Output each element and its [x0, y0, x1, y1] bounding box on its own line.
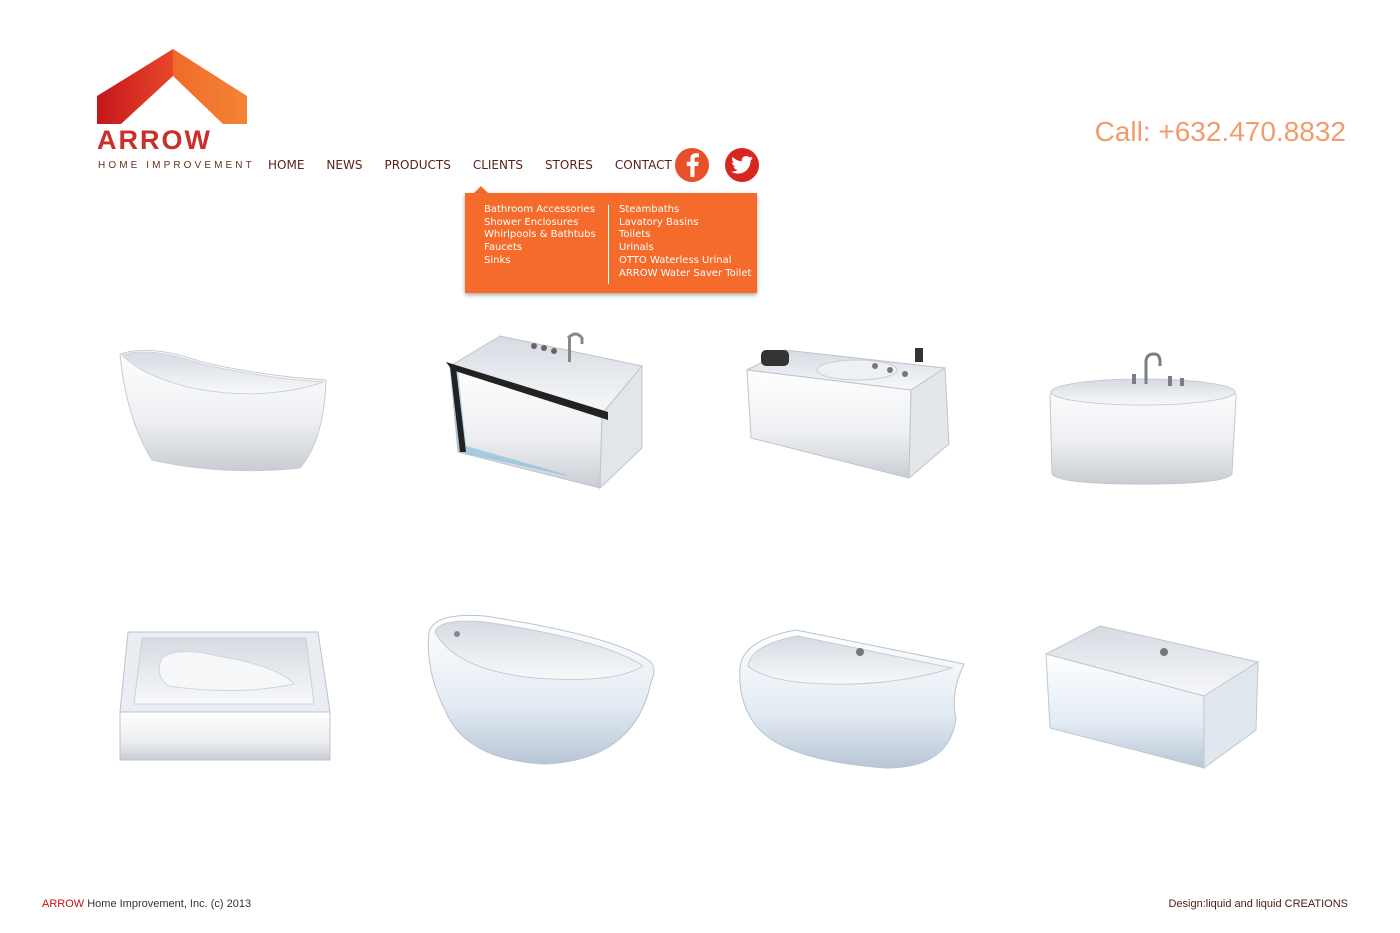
glass-panel-whirlpool-bathtub-image[interactable] — [440, 328, 650, 490]
menu-item-urinals[interactable]: Urinals — [619, 242, 751, 255]
clients-dropdown-menu: Bathroom Accessories Shower Enclosures W… — [465, 193, 757, 293]
menu-item-whirlpools-bathtubs[interactable]: Whirlpools & Bathtubs — [484, 229, 596, 242]
phone-number: Call: +632.470.8832 — [1094, 116, 1346, 147]
menu-item-bathroom-accessories[interactable]: Bathroom Accessories — [484, 204, 596, 217]
menu-item-sinks[interactable]: Sinks — [484, 255, 596, 268]
logo-subtitle: HOME IMPROVEMENT — [98, 160, 255, 171]
jacuzzi-whirlpool-bathtub-image[interactable] — [745, 340, 955, 480]
logo-wordmark: ARROW — [97, 125, 212, 155]
oval-freestanding-bathtub-with-faucet-image[interactable] — [1046, 350, 1240, 486]
rectangular-alcove-bathtub-image[interactable] — [118, 626, 332, 764]
dropdown-pointer — [474, 186, 488, 193]
footer-brand: ARROW — [42, 898, 85, 910]
menu-item-shower-enclosures[interactable]: Shower Enclosures — [484, 217, 596, 230]
rounded-freestanding-bathtub-image[interactable] — [425, 610, 657, 766]
menu-item-steambaths[interactable]: Steambaths — [619, 204, 751, 217]
nav-home[interactable]: HOME — [268, 158, 304, 172]
dropdown-column-1: Bathroom Accessories Shower Enclosures W… — [484, 204, 596, 268]
footer-design-credit[interactable]: Design:liquid and liquid CREATIONS — [1168, 898, 1348, 910]
twitter-button[interactable] — [725, 148, 759, 182]
facebook-button[interactable] — [675, 148, 709, 182]
nav-products[interactable]: PRODUCTS — [384, 158, 450, 172]
menu-item-faucets[interactable]: Faucets — [484, 242, 596, 255]
dropdown-divider — [608, 205, 609, 284]
freestanding-slipper-bathtub-image[interactable] — [112, 340, 332, 475]
dropdown-column-2: Steambaths Lavatory Basins Toilets Urina… — [619, 204, 751, 280]
footer-copyright: ARROW Home Improvement, Inc. (c) 2013 — [42, 898, 251, 910]
menu-item-arrow-water-saver-toilet[interactable]: ARROW Water Saver Toilet — [619, 268, 751, 281]
menu-item-lavatory-basins[interactable]: Lavatory Basins — [619, 217, 751, 230]
nav-news[interactable]: NEWS — [326, 158, 362, 172]
nav-stores[interactable]: STORES — [545, 158, 593, 172]
menu-item-otto-waterless-urinal[interactable]: OTTO Waterless Urinal — [619, 255, 751, 268]
arrow-logo[interactable]: ARROW HOME IMPROVEMENT — [97, 48, 252, 173]
main-nav: HOME NEWS PRODUCTS CLIENTS STORES CONTAC… — [268, 158, 714, 172]
nav-clients[interactable]: CLIENTS — [473, 158, 523, 172]
menu-item-toilets[interactable]: Toilets — [619, 229, 751, 242]
twitter-icon — [731, 156, 753, 174]
corner-back-to-wall-bathtub-image[interactable] — [736, 624, 968, 770]
roof-logo-icon — [97, 49, 247, 124]
rectangular-drop-in-bathtub-image[interactable] — [1044, 624, 1260, 770]
facebook-icon — [686, 153, 699, 177]
footer-copyright-text: Home Improvement, Inc. (c) 2013 — [84, 898, 252, 910]
